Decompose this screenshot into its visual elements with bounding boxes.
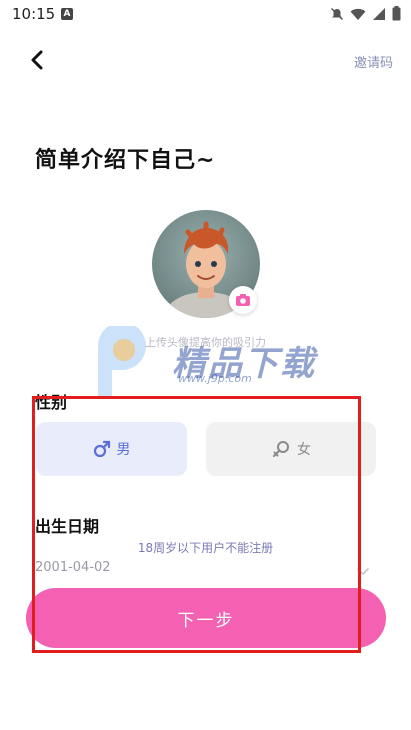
gender-label: 性别: [35, 393, 68, 412]
back-button[interactable]: [26, 48, 50, 72]
gender-female-option[interactable]: 女: [206, 422, 376, 476]
app-notification-icon: A: [61, 8, 73, 20]
watermark-url: www.j9p.com: [178, 372, 252, 385]
next-step-button[interactable]: 下一步: [26, 588, 386, 648]
status-time: 10:15: [12, 5, 56, 23]
chevron-down-icon[interactable]: [356, 562, 370, 576]
birthday-value[interactable]: 2001-04-02: [35, 560, 111, 575]
upload-avatar-button[interactable]: [229, 286, 257, 314]
signal-icon: [372, 6, 386, 25]
gender-female-label: 女: [297, 442, 311, 458]
camera-icon: [236, 294, 250, 306]
male-symbol-icon: [93, 440, 110, 458]
page-title: 简单介绍下自己~: [35, 148, 216, 173]
gender-male-label: 男: [116, 442, 131, 458]
female-symbol-icon: [273, 441, 289, 457]
age-restriction-note: 18周岁以下用户不能注册: [137, 541, 274, 555]
invite-code-link[interactable]: 邀请码: [354, 52, 393, 71]
mute-icon: [330, 6, 344, 25]
status-icons: [330, 6, 401, 25]
birthday-label: 出生日期: [35, 517, 100, 536]
battery-icon: [392, 6, 401, 25]
wifi-icon: [350, 6, 366, 25]
gender-male-option[interactable]: 男: [36, 422, 187, 476]
chevron-left-icon: [31, 50, 43, 70]
